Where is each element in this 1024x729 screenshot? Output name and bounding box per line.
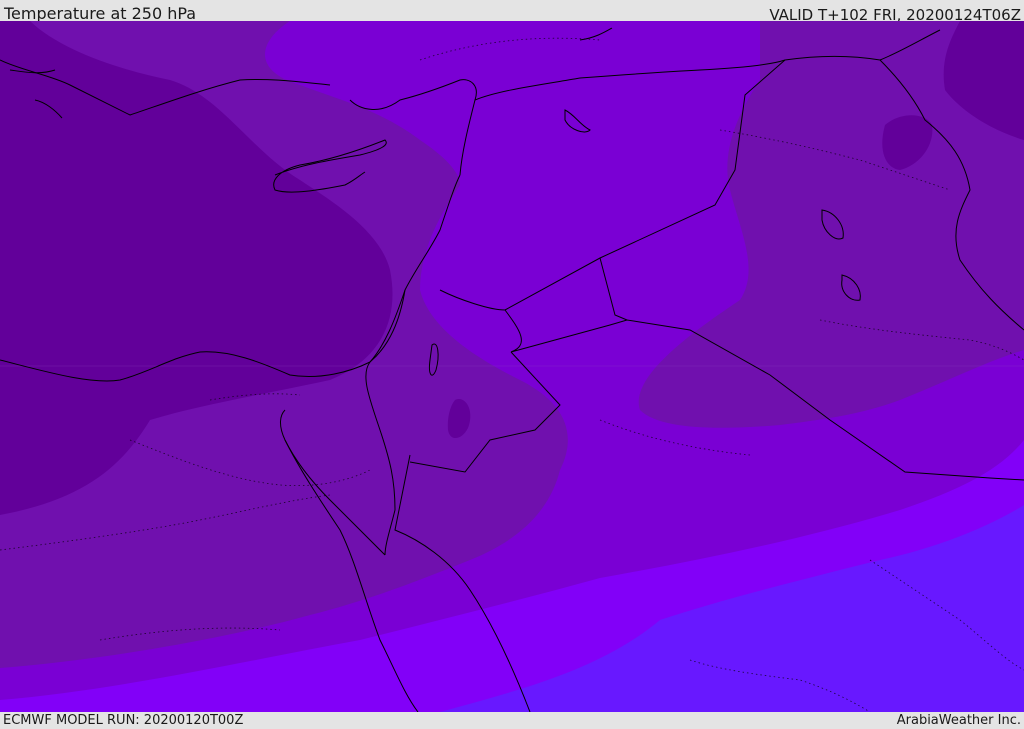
temperature-map-svg <box>0 21 1024 712</box>
model-run-label: ECMWF MODEL RUN: 20200120T00Z <box>3 713 244 728</box>
brand-label: ArabiaWeather Inc. <box>896 713 1021 728</box>
footer-bar: ECMWF MODEL RUN: 20200120T00Z ArabiaWeat… <box>0 712 1024 729</box>
header-bar: Temperature at 250 hPa VALID T+102 FRI, … <box>0 0 1024 24</box>
weather-map[interactable] <box>0 21 1024 712</box>
